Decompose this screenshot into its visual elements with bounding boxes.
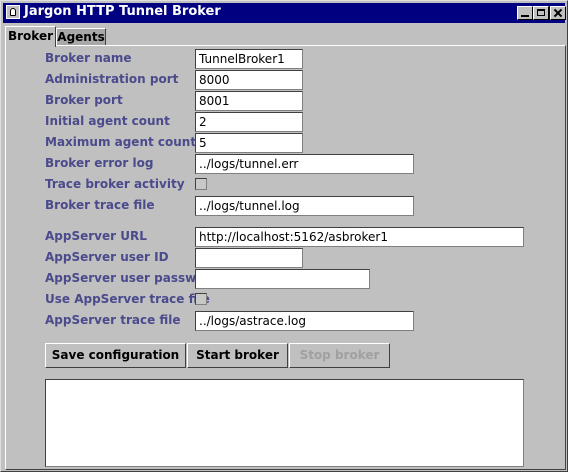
use-appserver-trace-label: Use AppServer trace file bbox=[45, 292, 210, 306]
appserver-user-id-field[interactable] bbox=[195, 248, 303, 268]
tab-broker[interactable]: Broker bbox=[5, 26, 56, 47]
title-bar[interactable]: Jargon HTTP Tunnel Broker bbox=[3, 3, 566, 23]
maximize-icon[interactable] bbox=[533, 6, 549, 20]
trace-broker-activity-label: Trace broker activity bbox=[45, 177, 185, 191]
appserver-url-label: AppServer URL bbox=[45, 229, 147, 243]
appserver-password-label: AppServer user password bbox=[45, 271, 219, 285]
stop-broker-button[interactable]: Stop broker bbox=[289, 343, 390, 368]
broker-error-log-field[interactable]: ../logs/tunnel.err bbox=[195, 154, 414, 174]
tab-agents[interactable]: Agents bbox=[56, 28, 106, 46]
close-icon[interactable] bbox=[550, 6, 566, 20]
broker-name-label: Broker name bbox=[45, 51, 132, 65]
appserver-url-field[interactable]: http://localhost:5162/asbroker1 bbox=[195, 227, 524, 247]
max-agent-count-field[interactable]: 5 bbox=[195, 133, 303, 153]
window-title: Jargon HTTP Tunnel Broker bbox=[24, 4, 221, 19]
broker-trace-file-label: Broker trace file bbox=[45, 198, 155, 212]
initial-agent-count-label: Initial agent count bbox=[45, 114, 170, 128]
use-appserver-trace-checkbox[interactable] bbox=[195, 293, 207, 305]
app-window: Jargon HTTP Tunnel Broker Broker Agents … bbox=[0, 0, 568, 472]
broker-name-field[interactable]: TunnelBroker1 bbox=[195, 49, 303, 69]
trace-broker-activity-checkbox[interactable] bbox=[195, 178, 207, 190]
admin-port-field[interactable]: 8000 bbox=[195, 70, 303, 90]
broker-port-label: Broker port bbox=[45, 93, 123, 107]
appserver-password-field[interactable] bbox=[195, 269, 370, 289]
appserver-trace-file-field[interactable]: ../logs/astrace.log bbox=[195, 311, 414, 331]
initial-agent-count-field[interactable]: 2 bbox=[195, 112, 303, 132]
start-broker-button[interactable]: Start broker bbox=[187, 343, 288, 368]
save-configuration-button[interactable]: Save configuration bbox=[45, 343, 186, 368]
java-cup-icon[interactable] bbox=[6, 5, 20, 19]
minimize-icon[interactable] bbox=[517, 6, 533, 20]
appserver-user-id-label: AppServer user ID bbox=[45, 250, 169, 264]
broker-port-field[interactable]: 8001 bbox=[195, 91, 303, 111]
log-output-area[interactable] bbox=[45, 379, 524, 467]
admin-port-label: Administration port bbox=[45, 72, 179, 86]
broker-trace-file-field[interactable]: ../logs/tunnel.log bbox=[195, 196, 414, 216]
max-agent-count-label: Maximum agent count bbox=[45, 135, 197, 149]
broker-error-log-label: Broker error log bbox=[45, 156, 154, 170]
appserver-trace-file-label: AppServer trace file bbox=[45, 313, 181, 327]
